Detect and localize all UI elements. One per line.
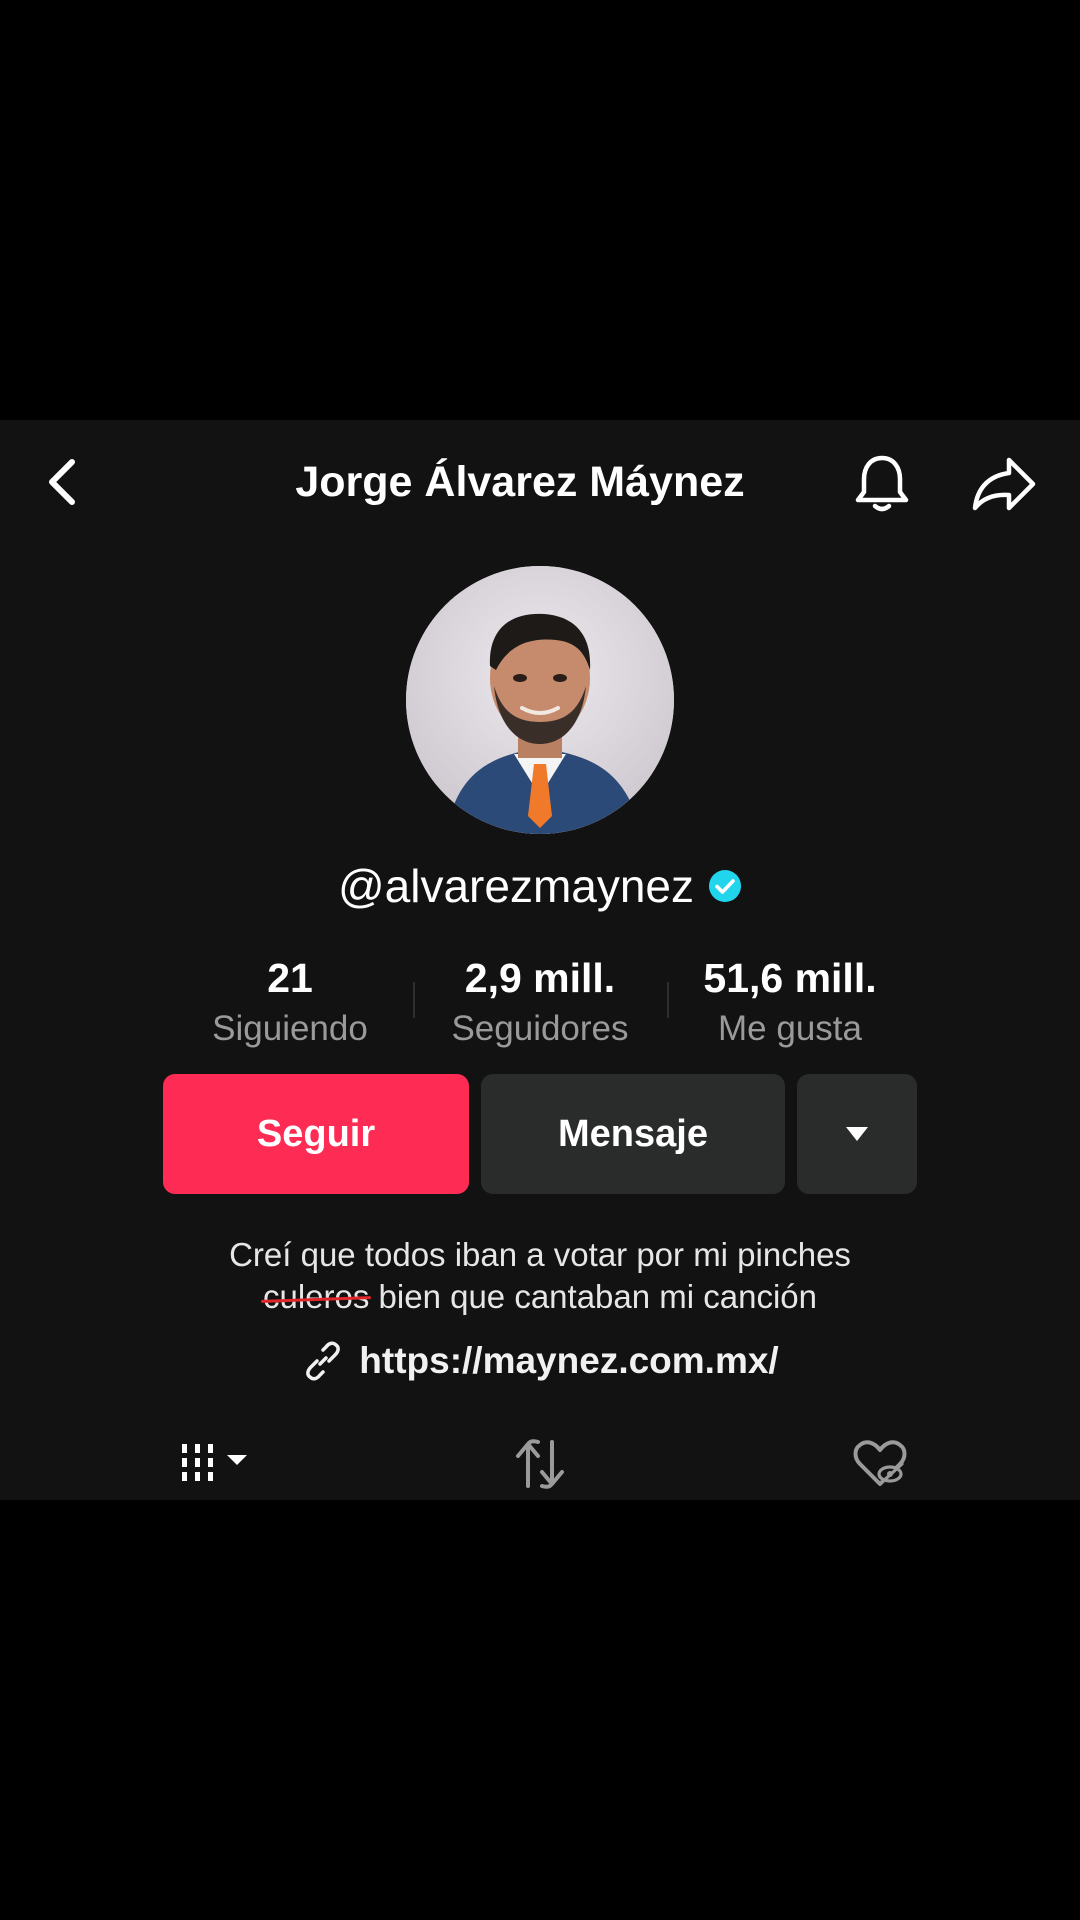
message-button[interactable]: Mensaje — [481, 1074, 785, 1194]
following-stat[interactable]: 21 Siguiendo — [165, 952, 415, 1052]
tab-reposts[interactable] — [500, 1436, 580, 1500]
profile-stats: 21 Siguiendo 2,9 mill. Seguidores 51,6 m… — [165, 952, 915, 1052]
follow-button[interactable]: Seguir — [163, 1074, 469, 1194]
content-tabs — [0, 1436, 1080, 1500]
share-button[interactable] — [964, 448, 1044, 520]
bio-line-2: culeros bien que cantaban mi canción — [140, 1276, 940, 1318]
bell-icon — [855, 455, 909, 512]
page-title: Jorge Álvarez Máynez — [295, 458, 745, 506]
handle-row: @alvarezmaynez — [0, 858, 1080, 914]
bio-line-1: Creí que todos iban a votar por mi pinch… — [229, 1236, 851, 1273]
following-label: Siguiendo — [212, 1009, 368, 1048]
profile-screen: Jorge Álvarez Máynez @alvarezmaynez 21 S… — [0, 420, 1080, 1500]
repost-icon — [516, 1439, 564, 1489]
profile-link[interactable]: https://maynez.com.mx/ — [0, 1336, 1080, 1386]
following-count: 21 — [267, 955, 313, 1001]
more-options-button[interactable] — [797, 1074, 917, 1194]
notifications-button[interactable] — [846, 448, 918, 520]
profile-photo — [406, 566, 674, 834]
profile-bio: Creí que todos iban a votar por mi pinch… — [140, 1234, 940, 1318]
grid-icon — [182, 1444, 247, 1481]
tab-videos[interactable] — [160, 1436, 270, 1500]
back-button[interactable] — [30, 450, 94, 514]
verified-badge-icon — [709, 870, 742, 902]
username-handle: @alvarezmaynez — [337, 860, 695, 912]
avatar[interactable] — [406, 566, 674, 834]
hidden-heart-icon — [853, 1440, 907, 1486]
caret-down-icon — [846, 1127, 868, 1141]
profile-link-url: https://maynez.com.mx/ — [359, 1340, 779, 1381]
tab-liked[interactable] — [830, 1436, 930, 1500]
followers-label: Seguidores — [451, 1009, 629, 1048]
bio-line-2-rest: bien que cantaban mi canción — [369, 1278, 818, 1315]
likes-label: Me gusta — [718, 1009, 862, 1048]
likes-count: 51,6 mill. — [703, 955, 877, 1001]
chevron-left-icon — [49, 459, 75, 505]
likes-stat[interactable]: 51,6 mill. Me gusta — [665, 952, 915, 1052]
link-icon — [306, 1341, 341, 1381]
followers-count: 2,9 mill. — [464, 955, 616, 1001]
followers-stat[interactable]: 2,9 mill. Seguidores — [415, 952, 665, 1052]
share-arrow-icon — [972, 457, 1036, 511]
struck-word: culeros — [260, 1276, 372, 1318]
